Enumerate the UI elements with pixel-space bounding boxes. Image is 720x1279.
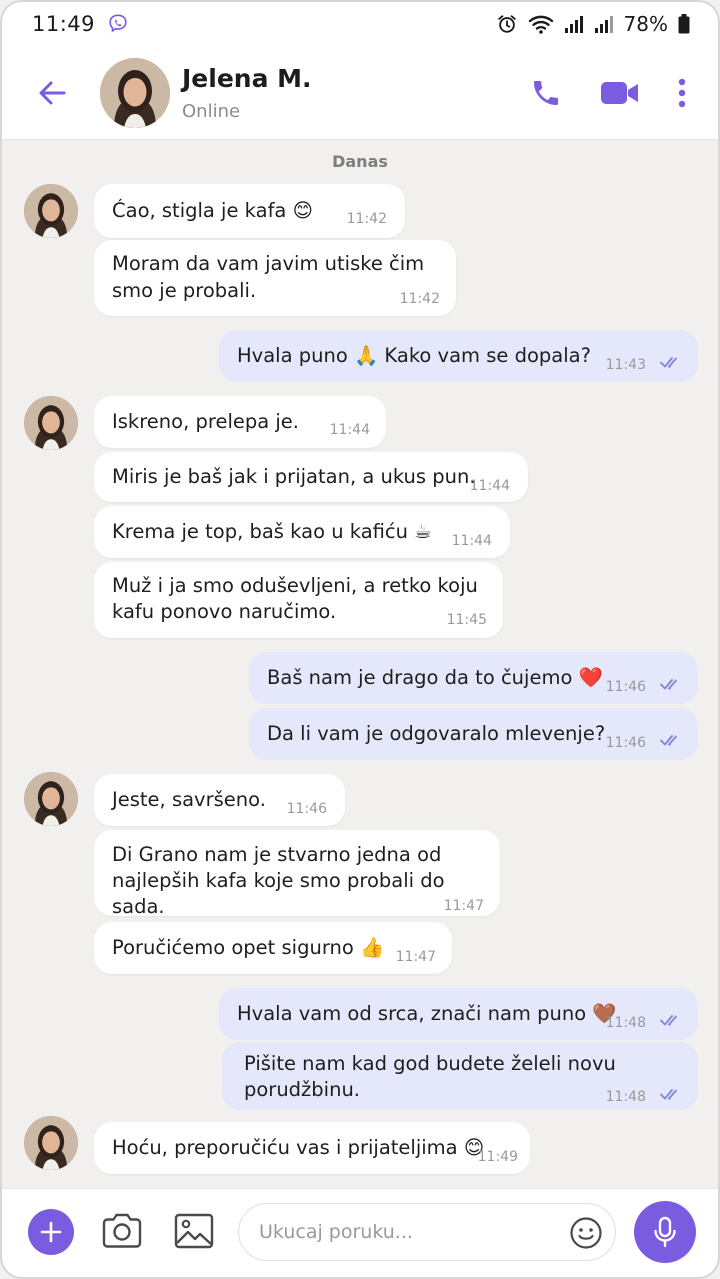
message-text: porudžbinu.	[244, 1078, 361, 1101]
header-actions	[524, 71, 692, 115]
message-bubble-incoming[interactable]: Poručićemo opet sigurno 👍 11:47	[94, 922, 452, 974]
message-time: 11:46	[605, 679, 646, 695]
read-receipt-icon	[660, 679, 677, 690]
viber-notification-icon	[109, 14, 127, 33]
video-call-button[interactable]	[598, 71, 642, 115]
message-bubble-incoming[interactable]: Jeste, savršeno. 11:46	[94, 774, 345, 826]
message-time: 11:48	[605, 1015, 646, 1031]
message-text: Iskreno, prelepa je.	[112, 410, 299, 433]
read-receipt-icon	[660, 1089, 677, 1100]
sender-avatar[interactable]	[24, 184, 78, 238]
video-icon	[601, 81, 638, 104]
call-button[interactable]	[524, 71, 568, 115]
alarm-icon	[497, 15, 516, 33]
voice-message-button[interactable]	[634, 1201, 696, 1263]
sender-avatar[interactable]	[24, 772, 78, 826]
contact-status: Online	[182, 100, 241, 122]
message-bubble-outgoing[interactable]: Hvala vam od srca, znači nam puno 🤎 11:4…	[219, 988, 698, 1040]
status-bar: 11:49 78%	[2, 2, 718, 46]
message-time: 11:44	[469, 478, 510, 494]
read-receipt-icon	[660, 735, 677, 746]
message-text: Hoću, preporučiću vas i prijateljima 😊	[112, 1136, 485, 1159]
message-text: Poručićemo opet sigurno 👍	[112, 936, 385, 959]
message-time: 11:44	[451, 533, 492, 549]
message-bubble-outgoing[interactable]: Pišite nam kad god budete želeli novu po…	[222, 1042, 698, 1110]
message-text: smo je probali.	[112, 279, 257, 302]
message-bubble-incoming[interactable]: Miris je baš jak i prijatan, a ukus pun.…	[94, 452, 528, 502]
battery-icon	[678, 14, 690, 34]
more-options-button[interactable]	[672, 71, 692, 115]
message-text: Muž i ja smo oduševljeni, a retko koju	[112, 574, 478, 597]
back-button[interactable]	[28, 69, 76, 117]
message-time: 11:42	[399, 291, 440, 307]
camera-icon[interactable]	[100, 1211, 144, 1251]
attach-button[interactable]	[28, 1209, 74, 1255]
message-bubble-incoming[interactable]: Muž i ja smo oduševljeni, a retko koju k…	[94, 562, 503, 638]
message-input-bar	[2, 1188, 718, 1277]
message-text: Moram da vam javim utiske čim	[112, 252, 425, 275]
message-bubble-incoming[interactable]: Di Grano nam je stvarno jedna od najlepš…	[94, 830, 500, 918]
message-bubble-incoming[interactable]: Ćao, stigla je kafa 😊 11:42	[94, 184, 405, 238]
contact-info[interactable]: Jelena M. Online	[182, 64, 312, 122]
read-receipt-icon	[660, 357, 677, 368]
message-time: 11:45	[446, 612, 487, 628]
signal-icon-2	[594, 16, 613, 33]
gallery-icon[interactable]	[172, 1211, 216, 1251]
message-input[interactable]	[259, 1204, 549, 1260]
chat-area[interactable]: Danas Ćao, stigla je kafa 😊 11:42 Moram …	[2, 140, 718, 1188]
message-text: Da li vam je odgovaralo mlevenje?	[267, 722, 606, 745]
sender-avatar[interactable]	[24, 396, 78, 450]
more-vertical-icon	[678, 78, 686, 107]
message-time: 11:44	[329, 422, 370, 438]
message-bubble-incoming[interactable]: Krema je top, baš kao u kafiću ☕ 11:44	[94, 506, 510, 558]
date-separator: Danas	[332, 152, 388, 171]
message-text: Krema je top, baš kao u kafiću ☕	[112, 520, 432, 543]
message-text: Baš nam je drago da to čujemo ❤️	[267, 666, 603, 689]
contact-avatar[interactable]	[100, 57, 170, 128]
chat-header: Jelena M. Online	[2, 46, 718, 140]
message-time: 11:46	[286, 801, 327, 817]
plus-icon	[40, 1221, 62, 1243]
message-time: 11:46	[605, 735, 646, 751]
signal-icon	[564, 16, 583, 33]
message-bubble-outgoing[interactable]: Baš nam je drago da to čujemo ❤️ 11:46	[249, 652, 698, 704]
avatar-portrait	[100, 57, 170, 128]
status-time: 11:49	[32, 12, 96, 36]
sender-avatar[interactable]	[24, 1116, 78, 1170]
message-bubble-incoming[interactable]: Iskreno, prelepa je. 11:44	[94, 396, 386, 448]
wifi-icon	[528, 15, 553, 34]
message-field[interactable]	[238, 1203, 616, 1261]
message-text: Hvala puno 🙏 Kako vam se dopala?	[237, 344, 591, 367]
message-text: najlepših kafa koje smo probali do sada.	[112, 869, 445, 918]
microphone-icon	[654, 1216, 676, 1248]
message-time: 11:49	[477, 1149, 518, 1165]
message-text: Ćao, stigla je kafa 😊	[112, 199, 313, 222]
message-bubble-outgoing[interactable]: Da li vam je odgovaralo mlevenje? 11:46	[249, 708, 698, 760]
message-text: Hvala vam od srca, znači nam puno 🤎	[237, 1002, 617, 1025]
emoji-icon[interactable]	[569, 1216, 603, 1250]
message-text: kafu ponovo naručimo.	[112, 600, 337, 623]
message-bubble-incoming[interactable]: Moram da vam javim utiske čim smo je pro…	[94, 240, 456, 316]
message-text: Jeste, savršeno.	[112, 788, 266, 811]
phone-icon	[534, 80, 558, 105]
message-time: 11:43	[605, 357, 646, 373]
battery-percent: 78%	[623, 12, 668, 36]
phone-screen: 11:49 78% Jelena M. Online Danas Ćao, st…	[0, 0, 720, 1279]
message-text: Di Grano nam je stvarno jedna od	[112, 843, 442, 866]
message-text: Pišite nam kad god budete želeli novu	[244, 1052, 616, 1075]
message-time: 11:42	[346, 211, 387, 227]
message-time: 11:47	[443, 898, 484, 914]
message-time: 11:48	[605, 1089, 646, 1105]
back-arrow-icon	[39, 81, 66, 104]
read-receipt-icon	[660, 1015, 677, 1026]
contact-name: Jelena M.	[182, 63, 312, 93]
message-bubble-incoming[interactable]: Hoću, preporučiću vas i prijateljima 😊 1…	[94, 1122, 530, 1174]
message-text: Miris je baš jak i prijatan, a ukus pun.	[112, 465, 476, 488]
message-bubble-outgoing[interactable]: Hvala puno 🙏 Kako vam se dopala? 11:43	[219, 330, 698, 382]
message-time: 11:47	[395, 949, 436, 965]
status-icons: 78%	[496, 12, 690, 36]
